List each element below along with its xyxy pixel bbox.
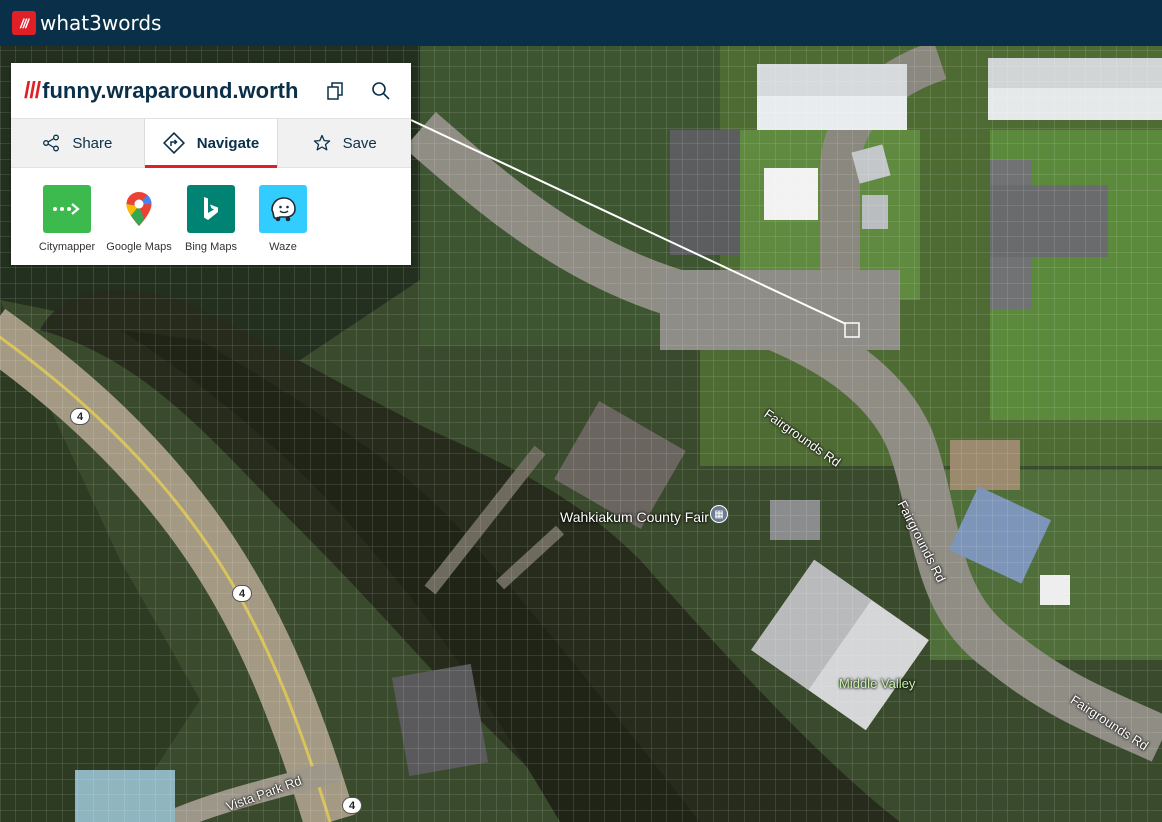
app-citymapper[interactable]: Citymapper (31, 185, 103, 253)
waze-icon (259, 185, 307, 233)
search-icon (372, 82, 390, 100)
poi-label-wahkiakum-county-fair[interactable]: Wahkiakum County Fair (560, 509, 709, 525)
what3words-logo-icon[interactable]: /// (12, 11, 36, 35)
address-header: /// funny.wraparound.worth (11, 63, 411, 119)
google-maps-icon (115, 185, 163, 233)
landmark-icon[interactable]: ▦ (710, 505, 728, 523)
slashes-mark: /// (24, 77, 41, 103)
app-google-maps[interactable]: Google Maps (103, 185, 175, 253)
tab-navigate-label: Navigate (196, 134, 260, 152)
top-bar: /// what3words (0, 0, 1162, 46)
app-label: Waze (269, 241, 297, 253)
navigation-apps: Citymapper Google Maps Bing Maps Waze (11, 168, 411, 253)
tab-share[interactable]: Share (11, 119, 145, 167)
route-4-shield-icon: 4 (342, 797, 362, 814)
app-bing-maps[interactable]: Bing Maps (175, 185, 247, 253)
app-label: Citymapper (38, 241, 96, 253)
app-label: Bing Maps (185, 241, 237, 253)
bing-maps-icon (187, 185, 235, 233)
route-4-shield-icon: 4 (232, 585, 252, 602)
tab-share-label: Share (72, 134, 113, 152)
route-4-shield-icon: 4 (70, 408, 90, 425)
app-label: Google Maps (106, 241, 172, 253)
copy-icon (327, 82, 343, 100)
brand-name[interactable]: what3words (40, 11, 161, 35)
citymapper-icon (43, 185, 91, 233)
three-word-address[interactable]: funny.wraparound.worth (42, 78, 298, 104)
navigate-icon (162, 132, 185, 154)
app-waze[interactable]: Waze (247, 185, 319, 253)
share-icon (43, 134, 60, 152)
place-label-middle-valley: Middle Valley (839, 676, 916, 691)
address-panel: /// funny.wraparound.worth Share Navigat… (11, 63, 411, 265)
tab-save-label: Save (342, 134, 377, 152)
tab-navigate[interactable]: Navigate (144, 119, 279, 168)
tab-save[interactable]: Save (278, 119, 411, 167)
star-icon (313, 134, 330, 151)
copy-button[interactable] (321, 77, 349, 105)
panel-tabs: Share Navigate Save (11, 119, 411, 168)
search-button[interactable] (367, 77, 395, 105)
